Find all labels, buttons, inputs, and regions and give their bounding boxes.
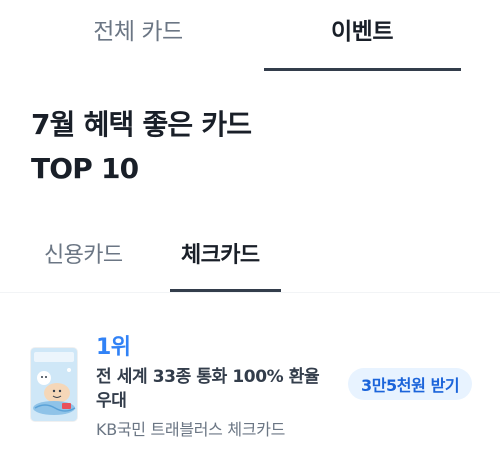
- tab-all-cards[interactable]: 전체 카드: [46, 0, 230, 72]
- tab-credit-card[interactable]: 신용카드: [44, 228, 123, 278]
- card-list-item[interactable]: 1위 전 세계 33종 통화 100% 환율 우대 KB국민 트래블러스 체크카…: [0, 325, 500, 445]
- tab-event-label: 이벤트: [331, 19, 393, 45]
- card-type-tab-bar: 신용카드 체크카드: [0, 228, 500, 293]
- card-benefit: 전 세계 33종 통화 100% 환율 우대: [96, 367, 320, 411]
- top-tab-bar: 전체 카드 이벤트: [0, 0, 500, 72]
- card-name: KB국민 트래블러스 체크카드: [96, 420, 286, 439]
- tab-check-card[interactable]: 체크카드: [181, 228, 260, 278]
- reward-button[interactable]: 3만5천원 받기: [348, 368, 473, 400]
- page-title-line2: TOP 10: [31, 152, 139, 185]
- card-rank: 1위: [96, 335, 131, 360]
- active-tab-indicator: [264, 68, 461, 71]
- page-title-line1: 7월 혜택 좋은 카드: [31, 108, 252, 141]
- page-title: 7월 혜택 좋은 카드 TOP 10: [31, 103, 471, 191]
- tab-all-cards-label: 전체 카드: [93, 19, 183, 45]
- travelers-card-illustration-icon: [31, 348, 77, 421]
- tab-event[interactable]: 이벤트: [264, 0, 460, 72]
- active-subtab-indicator: [170, 289, 281, 292]
